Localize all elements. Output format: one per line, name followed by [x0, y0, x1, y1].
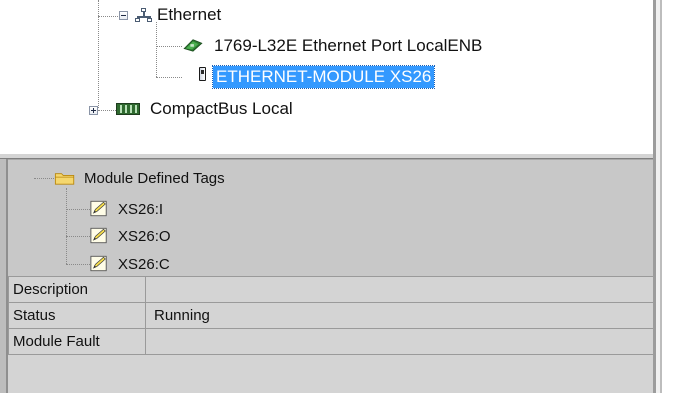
tree-connector: [156, 22, 157, 77]
tree-connector: [66, 209, 90, 210]
module-properties-pane: Module Defined Tags XS26:I XS26:O XS26:C…: [8, 159, 656, 393]
property-key: Description: [8, 276, 146, 303]
property-key: Status: [8, 302, 146, 329]
tree-connector: [66, 264, 90, 265]
tree-item-ethernet-module[interactable]: ETHERNET-MODULE XS26: [211, 65, 436, 89]
property-row-module-fault[interactable]: Module Fault: [8, 328, 656, 355]
folder-icon: [54, 173, 75, 185]
tag-item[interactable]: XS26:C: [118, 256, 170, 274]
properties-empty-area: [8, 357, 656, 393]
tag-pencil-icon: [90, 200, 107, 217]
tree-connector: [98, 110, 116, 111]
module-icon: [199, 67, 206, 81]
controller-organizer-tree[interactable]: Ethernet 1769-L32E Ethernet Port LocalEN…: [0, 0, 681, 153]
property-value: [145, 328, 656, 355]
network-icon: [135, 8, 153, 24]
property-key: Module Fault: [8, 328, 146, 355]
property-row-description[interactable]: Description: [8, 276, 656, 303]
module-defined-tags-label[interactable]: Module Defined Tags: [84, 170, 225, 188]
tree-item-ethernet[interactable]: Ethernet: [157, 5, 221, 25]
expand-compactbus-button[interactable]: [89, 106, 98, 115]
tag-pencil-icon: [90, 255, 107, 272]
tree-connector: [98, 16, 118, 17]
tree-connector: [156, 46, 182, 47]
tree-connector: [66, 236, 90, 237]
tag-item[interactable]: XS26:I: [118, 201, 163, 219]
property-value: [145, 276, 656, 303]
tree-connector: [156, 77, 182, 78]
tag-item[interactable]: XS26:O: [118, 228, 171, 246]
tree-connector: [34, 178, 56, 179]
module-tags-tree[interactable]: Module Defined Tags XS26:I XS26:O XS26:C: [8, 159, 656, 276]
ethernet-port-icon: [183, 39, 203, 52]
collapse-ethernet-button[interactable]: [119, 11, 128, 20]
backplane-icon: [116, 103, 140, 115]
tree-item-compactbus[interactable]: CompactBus Local: [150, 99, 293, 119]
property-value: Running: [145, 302, 656, 329]
tree-connector: [66, 188, 67, 264]
tag-pencil-icon: [90, 227, 107, 244]
tree-item-ethernet-port[interactable]: 1769-L32E Ethernet Port LocalENB: [214, 36, 482, 56]
properties-table: Description Status Running Module Fault: [8, 276, 656, 355]
property-row-status[interactable]: Status Running: [8, 302, 656, 329]
outer-background: [662, 0, 681, 393]
